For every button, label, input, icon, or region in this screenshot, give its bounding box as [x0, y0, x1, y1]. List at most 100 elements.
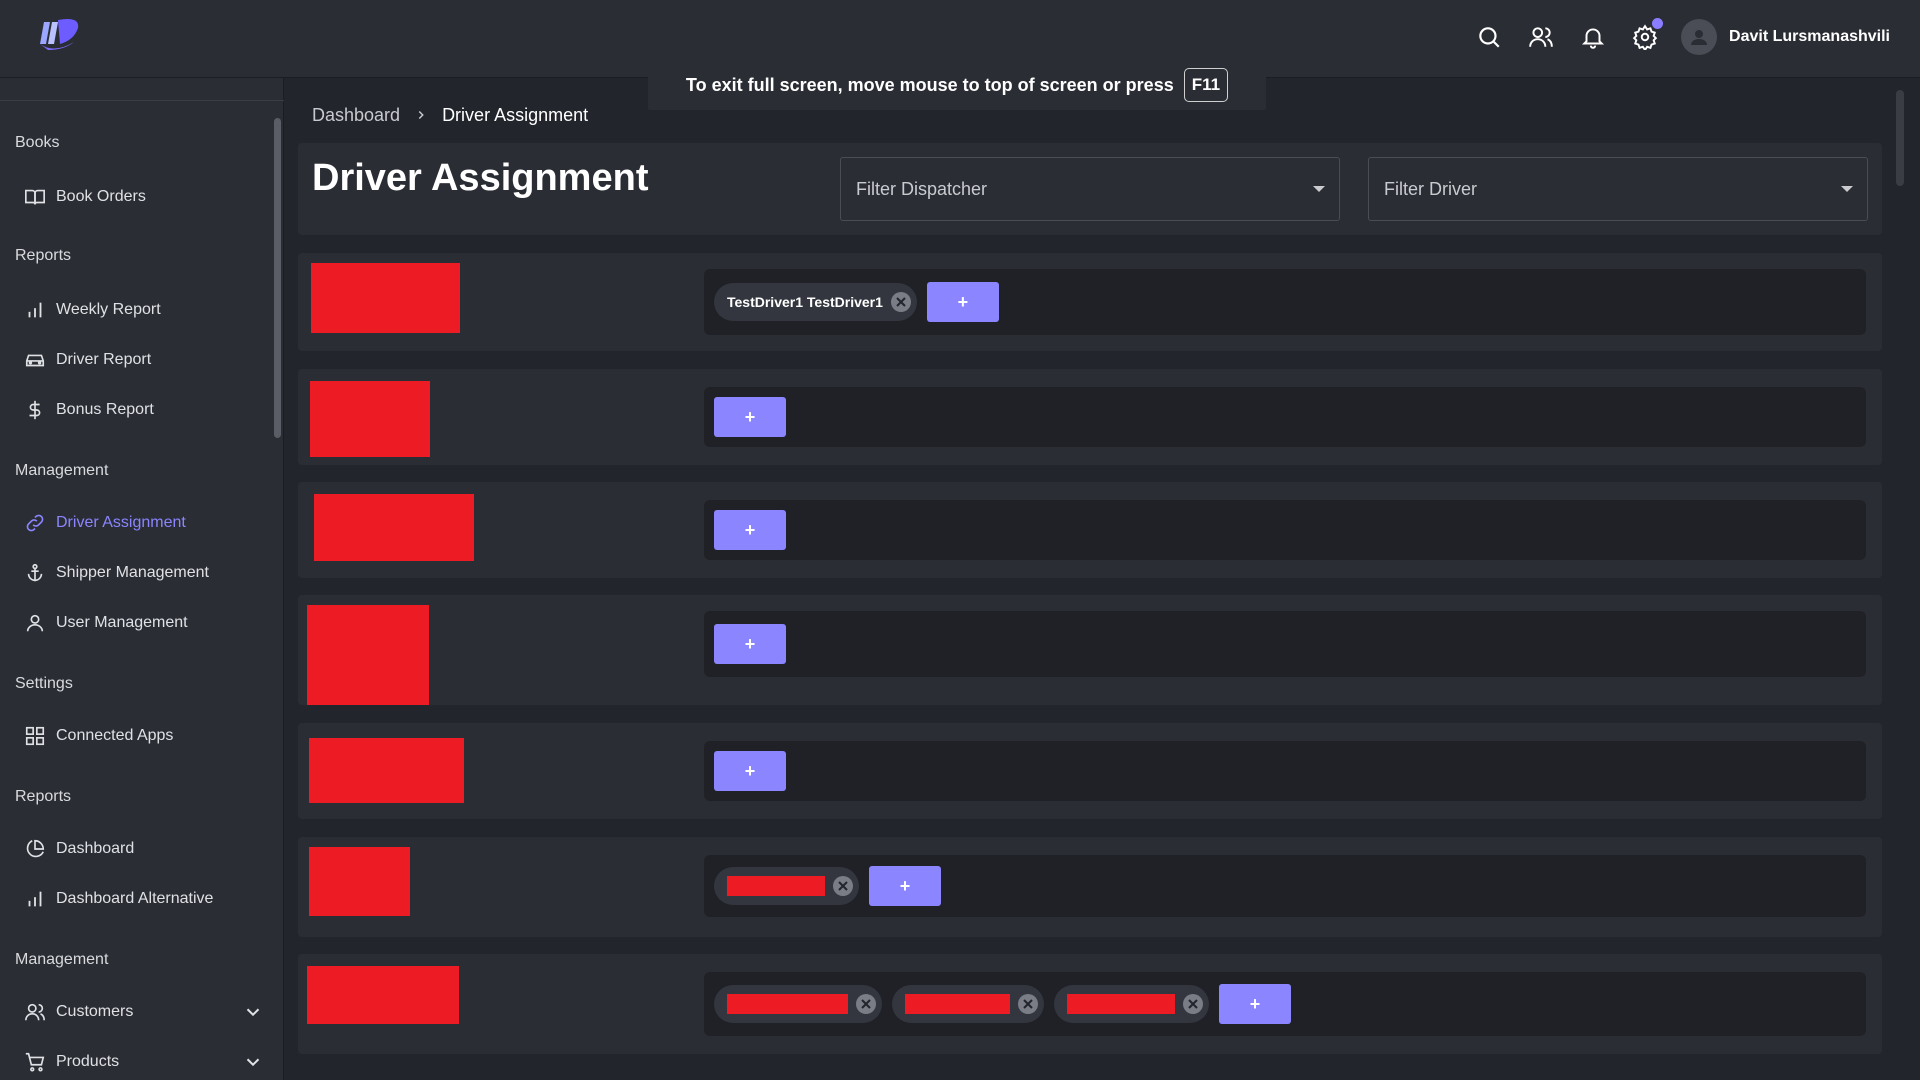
- filter-dispatcher-label: Filter Dispatcher: [856, 178, 988, 199]
- breadcrumb-current: Driver Assignment: [442, 104, 589, 125]
- users-icon: [25, 1003, 45, 1021]
- user-menu[interactable]: Davit Lursmanashvili: [1681, 19, 1890, 55]
- add-driver-button[interactable]: +: [869, 866, 941, 906]
- sidebar-item-label: Dashboard Alternative: [56, 890, 214, 907]
- driver-chip-area: +: [704, 741, 1866, 801]
- assignment-row: +: [298, 723, 1882, 819]
- driver-chip-label: TestDriver1 TestDriver1: [727, 294, 883, 310]
- users-icon[interactable]: [1515, 14, 1567, 60]
- driver-chip: [892, 985, 1044, 1023]
- user-name: Davit Lursmanashvili: [1729, 28, 1890, 45]
- page-scrollbar[interactable]: [1896, 90, 1904, 186]
- remove-chip-icon[interactable]: [1183, 994, 1203, 1014]
- gear-icon[interactable]: [1619, 14, 1671, 60]
- bar-chart-icon: [28, 302, 42, 318]
- assignment-row: +: [298, 595, 1882, 705]
- sidebar-item-label: Bonus Report: [56, 401, 154, 418]
- sidebar-scrollbar[interactable]: [274, 118, 281, 438]
- sidebar-item-shipper-management[interactable]: Shipper Management: [24, 555, 209, 591]
- assignment-row: +: [298, 482, 1882, 578]
- filter-dispatcher-select[interactable]: Filter Dispatcher: [840, 157, 1340, 221]
- dispatcher-redacted: [310, 381, 430, 457]
- bell-icon[interactable]: [1567, 14, 1619, 60]
- filter-driver-select[interactable]: Filter Driver: [1368, 157, 1868, 221]
- sidebar-item-label: Weekly Report: [56, 301, 161, 318]
- remove-chip-icon[interactable]: [856, 994, 876, 1014]
- add-driver-button[interactable]: +: [714, 624, 786, 664]
- sidebar-item-label: Shipper Management: [56, 564, 209, 581]
- driver-chip: [714, 985, 882, 1023]
- app-logo[interactable]: [34, 10, 86, 58]
- avatar-icon: [1681, 19, 1718, 55]
- grid-icon: [25, 726, 45, 746]
- sidebar-item-label: Driver Report: [56, 351, 152, 368]
- assignment-row: +: [298, 837, 1882, 937]
- dispatcher-redacted: [314, 494, 474, 561]
- book-open-icon: [25, 189, 45, 205]
- sidebar-item-label: Products: [56, 1053, 120, 1070]
- sidebar-item-products[interactable]: Products: [24, 1044, 264, 1080]
- section-reports-2: Reports: [15, 788, 72, 805]
- driver-chip-area: TestDriver1 TestDriver1 +: [704, 269, 1866, 335]
- driver-chip: TestDriver1 TestDriver1: [714, 283, 917, 321]
- bar-chart-icon: [28, 891, 42, 907]
- driver-chip-redacted: [1067, 994, 1175, 1014]
- sidebar-item-book-orders[interactable]: Book Orders: [24, 179, 146, 215]
- add-driver-button[interactable]: +: [926, 282, 999, 322]
- assignment-row: +: [298, 954, 1882, 1054]
- user-icon: [26, 614, 44, 632]
- remove-chip-icon[interactable]: [1018, 994, 1038, 1014]
- driver-chip: [714, 867, 859, 905]
- sidebar-item-dashboard[interactable]: Dashboard: [24, 831, 134, 867]
- driver-chip-area: +: [704, 387, 1866, 447]
- add-driver-button[interactable]: +: [714, 751, 786, 791]
- sidebar-item-label: Driver Assignment: [56, 514, 186, 531]
- cart-icon: [25, 1052, 45, 1072]
- chevron-down-icon[interactable]: [242, 1051, 264, 1073]
- sidebar: Books Book Orders Reports Weekly Report …: [0, 78, 284, 1080]
- search-icon[interactable]: [1463, 14, 1515, 60]
- fullscreen-toast: To exit full screen, move mouse to top o…: [648, 60, 1266, 110]
- remove-chip-icon[interactable]: [833, 876, 853, 896]
- assignment-row: TestDriver1 TestDriver1 +: [298, 253, 1882, 351]
- add-driver-button[interactable]: +: [714, 510, 786, 550]
- driver-chip-redacted: [727, 994, 848, 1014]
- fullscreen-toast-text: To exit full screen, move mouse to top o…: [685, 74, 1174, 95]
- sidebar-item-connected-apps[interactable]: Connected Apps: [24, 718, 173, 754]
- sidebar-item-dashboard-alternative[interactable]: Dashboard Alternative: [24, 881, 213, 917]
- sidebar-item-bonus-report[interactable]: Bonus Report: [24, 392, 154, 428]
- dispatcher-redacted: [307, 605, 429, 705]
- chevron-down-icon[interactable]: [242, 1001, 264, 1023]
- add-driver-button[interactable]: +: [1219, 984, 1291, 1024]
- page-title: Driver Assignment: [312, 157, 649, 199]
- driver-chip: [1054, 985, 1209, 1023]
- car-icon: [25, 354, 45, 367]
- driver-chip-area: +: [704, 972, 1866, 1036]
- sidebar-item-driver-report[interactable]: Driver Report: [24, 342, 151, 378]
- sidebar-item-label: Book Orders: [56, 188, 146, 205]
- section-management-2: Management: [15, 951, 109, 968]
- section-books: Books: [15, 134, 60, 151]
- add-driver-button[interactable]: +: [714, 397, 786, 437]
- link-icon: [26, 514, 44, 532]
- sidebar-item-label: Connected Apps: [56, 727, 174, 744]
- dispatcher-redacted: [309, 847, 410, 916]
- sidebar-divider: [0, 100, 284, 101]
- remove-chip-icon[interactable]: [890, 292, 911, 312]
- driver-chip-redacted: [727, 876, 825, 896]
- dispatcher-redacted: [307, 966, 459, 1024]
- pie-chart-icon: [26, 839, 45, 858]
- driver-chip-area: +: [704, 500, 1866, 560]
- header-card: Driver Assignment Filter Dispatcher Filt…: [298, 143, 1882, 235]
- sidebar-item-label: Dashboard: [56, 840, 135, 857]
- breadcrumb-dashboard[interactable]: Dashboard: [312, 105, 400, 126]
- sidebar-item-weekly-report[interactable]: Weekly Report: [24, 292, 161, 328]
- breadcrumb: Dashboard Driver Assignment: [312, 102, 588, 128]
- fullscreen-key: F11: [1183, 68, 1229, 102]
- sidebar-item-driver-assignment[interactable]: Driver Assignment: [24, 505, 186, 541]
- section-settings: Settings: [15, 675, 73, 692]
- sidebar-item-user-management[interactable]: User Management: [24, 605, 188, 641]
- dropdown-caret-icon: [1313, 186, 1325, 192]
- sidebar-item-customers[interactable]: Customers: [24, 994, 264, 1030]
- section-management: Management: [15, 462, 109, 479]
